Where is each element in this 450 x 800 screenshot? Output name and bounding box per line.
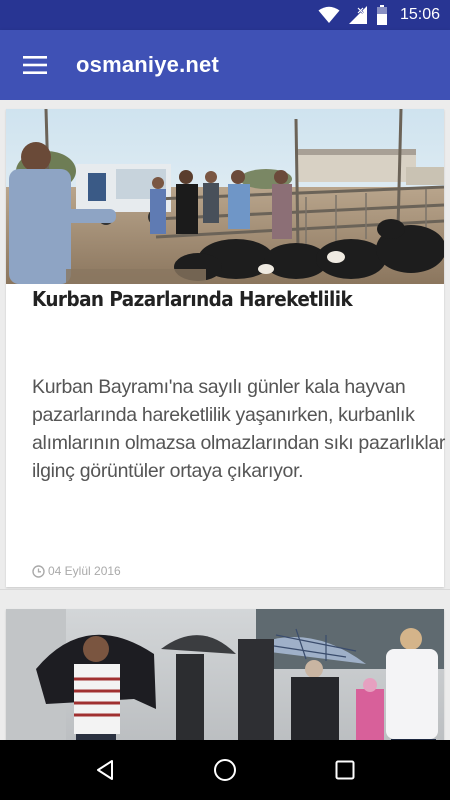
article-list[interactable]: Kurban Pazarlarında Hareketlilik Kurban … — [0, 100, 450, 740]
status-bar: 15:06 — [0, 0, 450, 30]
clock-icon — [32, 564, 45, 578]
app-bar: osmaniye.net — [0, 30, 450, 100]
recents-button[interactable] — [320, 745, 370, 795]
app-title: osmaniye.net — [76, 52, 220, 77]
livestock-market-photo[interactable] — [6, 109, 444, 284]
status-icons: 15:06 — [318, 0, 440, 30]
article-title[interactable]: Kurban Pazarlarında Hareketlilik — [32, 287, 400, 311]
home-icon — [214, 759, 236, 781]
battery-icon — [376, 5, 387, 25]
divider — [0, 589, 450, 590]
article-card[interactable] — [6, 609, 444, 740]
recents-icon — [335, 760, 355, 780]
hamburger-menu-icon — [23, 56, 47, 74]
signal-no-data-icon — [348, 6, 367, 24]
back-button[interactable] — [80, 745, 130, 795]
back-icon — [97, 760, 113, 780]
rainy-street-umbrellas-photo[interactable] — [6, 609, 444, 740]
status-time: 15:06 — [399, 6, 440, 23]
article-card[interactable]: Kurban Pazarlarında Hareketlilik Kurban … — [6, 109, 446, 587]
navigation-bar — [0, 740, 450, 800]
home-button[interactable] — [200, 745, 250, 795]
article-date-text: 04 Eylül 2016 — [48, 564, 121, 578]
article-summary: Kurban Bayramı'na sayılı günler kala hay… — [32, 376, 446, 482]
menu-button[interactable] — [14, 44, 56, 86]
wifi-icon — [318, 6, 340, 23]
article-date: 04 Eylül 2016 — [32, 564, 121, 578]
